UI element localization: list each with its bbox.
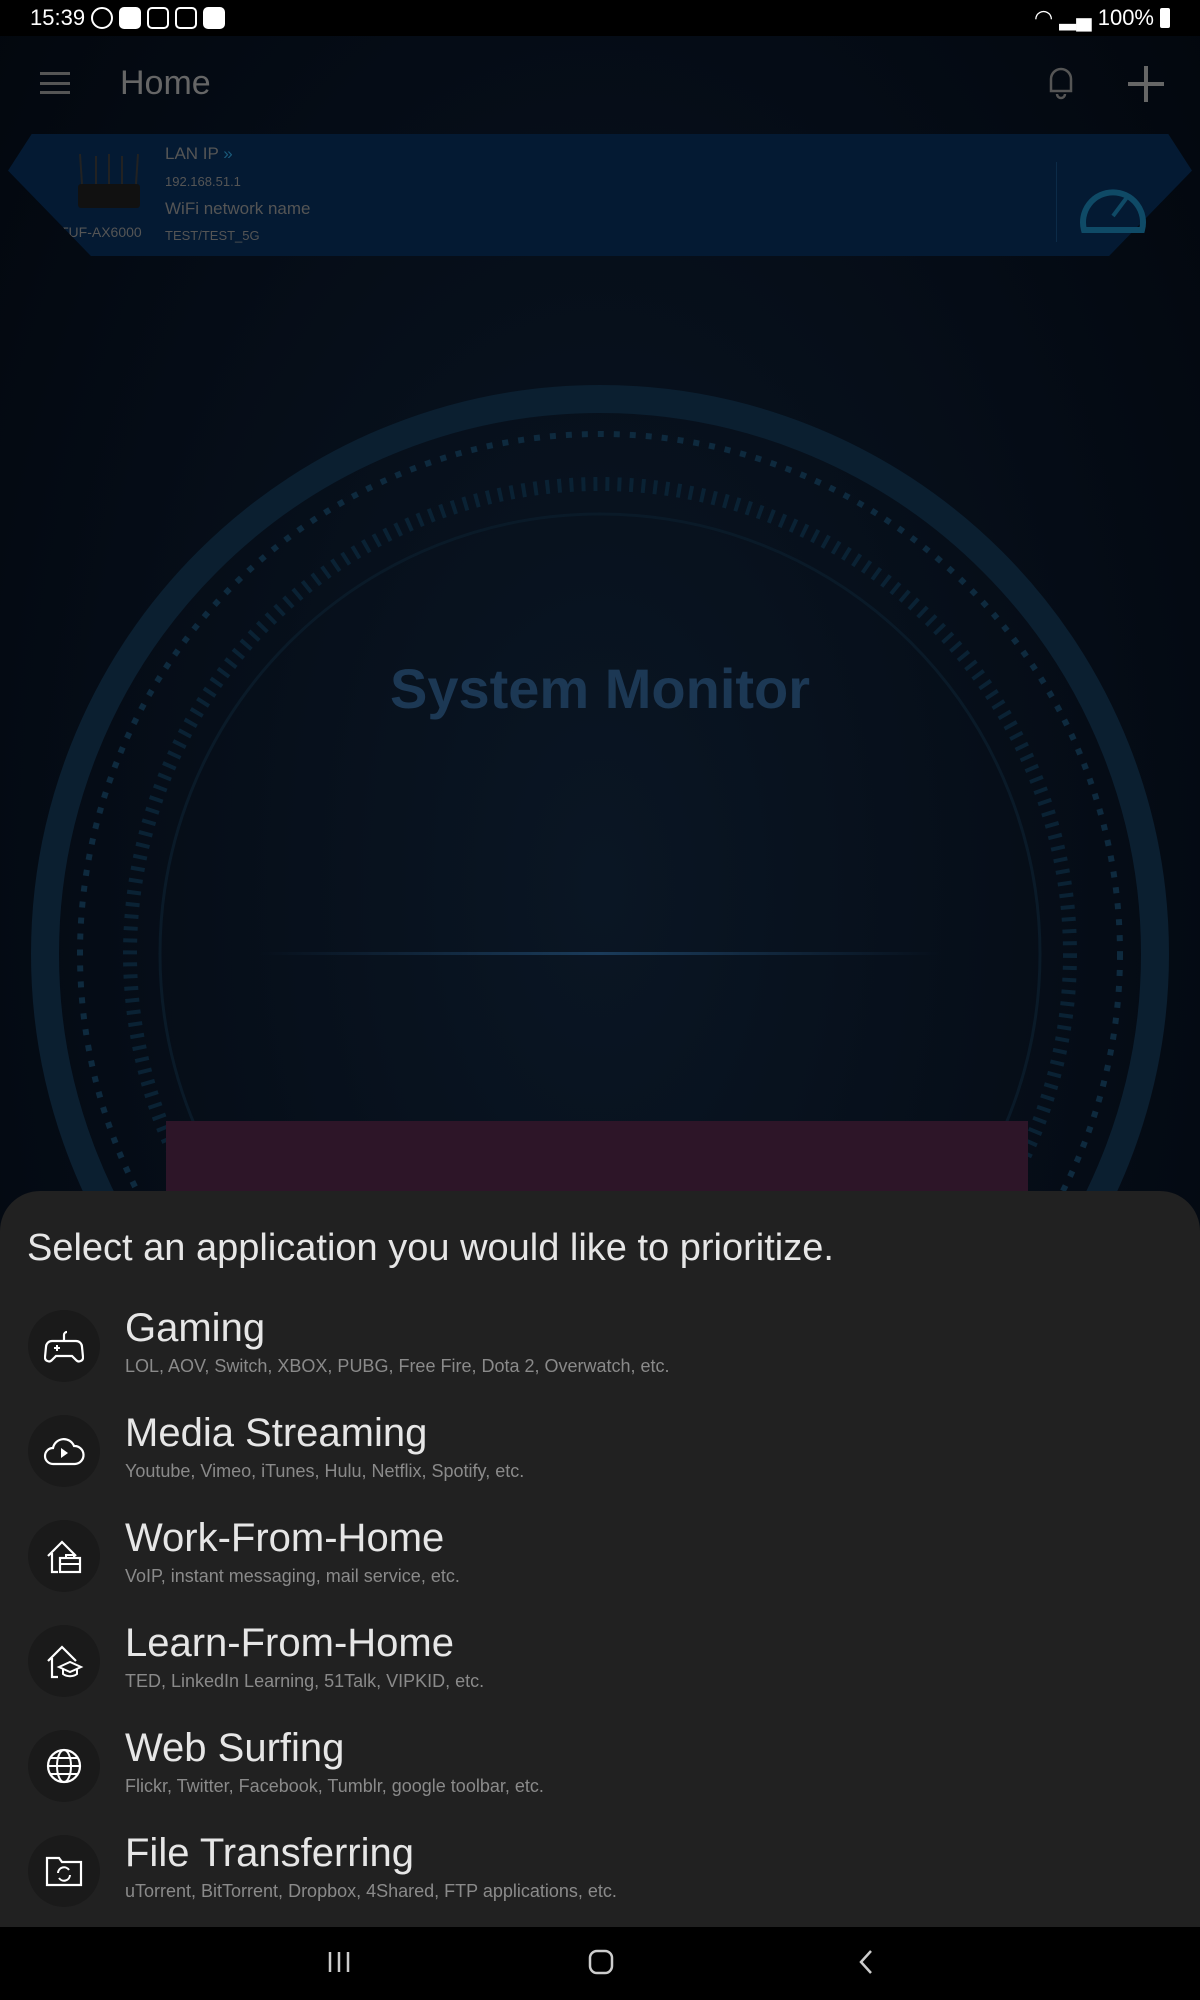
monitor-ring	[31, 385, 1169, 1246]
back-button[interactable]	[854, 1949, 880, 1975]
item-subtitle: Flickr, Twitter, Facebook, Tumblr, googl…	[125, 1776, 544, 1796]
item-title: Web Surfing	[125, 1726, 345, 1770]
menu-icon[interactable]	[40, 72, 70, 94]
cloud-play-icon	[28, 1415, 100, 1487]
item-subtitle: VoIP, instant messaging, mail service, e…	[125, 1566, 460, 1586]
gallery-icon	[203, 7, 226, 29]
router-card[interactable]: TUF-AX6000 LAN IP » 192.168.51.1 WiFi ne…	[8, 134, 1192, 256]
item-title: File Transferring	[125, 1831, 414, 1875]
item-title: Learn-From-Home	[125, 1621, 454, 1665]
list-item-file-transferring[interactable]: File Transferring uTorrent, BitTorrent, …	[0, 1831, 1200, 1931]
status-bar: 15:39 ◠ ▂▄ 100%	[0, 0, 1200, 36]
battery-icon	[1160, 8, 1170, 28]
list-item-media-streaming[interactable]: Media Streaming Youtube, Vimeo, iTunes, …	[0, 1411, 1200, 1511]
list-item-web-surfing[interactable]: Web Surfing Flickr, Twitter, Facebook, T…	[0, 1726, 1200, 1826]
divider	[260, 952, 940, 955]
list-item-learn-from-home[interactable]: Learn-From-Home TED, LinkedIn Learning, …	[0, 1621, 1200, 1721]
lan-ip-label[interactable]: LAN IP »	[165, 144, 233, 164]
router-image	[78, 154, 140, 208]
bell-icon[interactable]	[1046, 64, 1076, 100]
item-subtitle: LOL, AOV, Switch, XBOX, PUBG, Free Fire,…	[125, 1356, 670, 1376]
w-icon	[91, 7, 114, 29]
router-model: TUF-AX6000	[60, 224, 142, 240]
navigation-bar	[0, 1927, 1200, 2000]
gmail-icon	[147, 7, 170, 29]
wifi-name: TEST/TEST_5G	[165, 228, 260, 243]
home-button[interactable]	[588, 1949, 614, 1975]
home-graduation-icon	[28, 1625, 100, 1697]
item-title: Work-From-Home	[125, 1516, 445, 1560]
list-item-gaming[interactable]: Gaming LOL, AOV, Switch, XBOX, PUBG, Fre…	[0, 1306, 1200, 1406]
wifi-icon: ◠	[1034, 5, 1054, 30]
home-briefcase-icon	[28, 1520, 100, 1592]
gamepad-icon	[28, 1310, 100, 1382]
item-title: Media Streaming	[125, 1411, 428, 1455]
speedtest-icon[interactable]	[1076, 174, 1150, 238]
system-monitor-title: System Monitor	[389, 657, 811, 720]
battery-level: 100%	[1097, 5, 1154, 30]
item-title: Gaming	[125, 1306, 266, 1350]
folder-sync-icon	[28, 1835, 100, 1907]
page-title: Home	[120, 64, 211, 102]
item-subtitle: Youtube, Vimeo, iTunes, Hulu, Netflix, S…	[125, 1461, 525, 1481]
lan-ip-value: 192.168.51.1	[165, 174, 241, 189]
sheet-title: Select an application you would like to …	[27, 1227, 834, 1269]
instagram-icon	[175, 7, 198, 29]
time: 15:39	[30, 5, 86, 30]
system-monitor: System Monitor	[0, 286, 1200, 1246]
item-subtitle: uTorrent, BitTorrent, Dropbox, 4Shared, …	[125, 1881, 617, 1901]
globe-icon	[28, 1730, 100, 1802]
item-subtitle: TED, LinkedIn Learning, 51Talk, VIPKID, …	[125, 1671, 485, 1691]
chevron-right-icon: »	[223, 144, 233, 163]
recent-apps-button[interactable]	[326, 1949, 352, 1975]
add-icon[interactable]	[1128, 66, 1164, 102]
wifi-label: WiFi network name	[165, 199, 311, 218]
priority-bottom-sheet: Select an application you would like to …	[0, 1191, 1200, 1927]
top-bar: Home	[0, 36, 1200, 136]
signal-icon: ▂▄	[1059, 5, 1092, 30]
list-item-work-from-home[interactable]: Work-From-Home VoIP, instant messaging, …	[0, 1516, 1200, 1616]
notification-icon	[119, 7, 142, 29]
